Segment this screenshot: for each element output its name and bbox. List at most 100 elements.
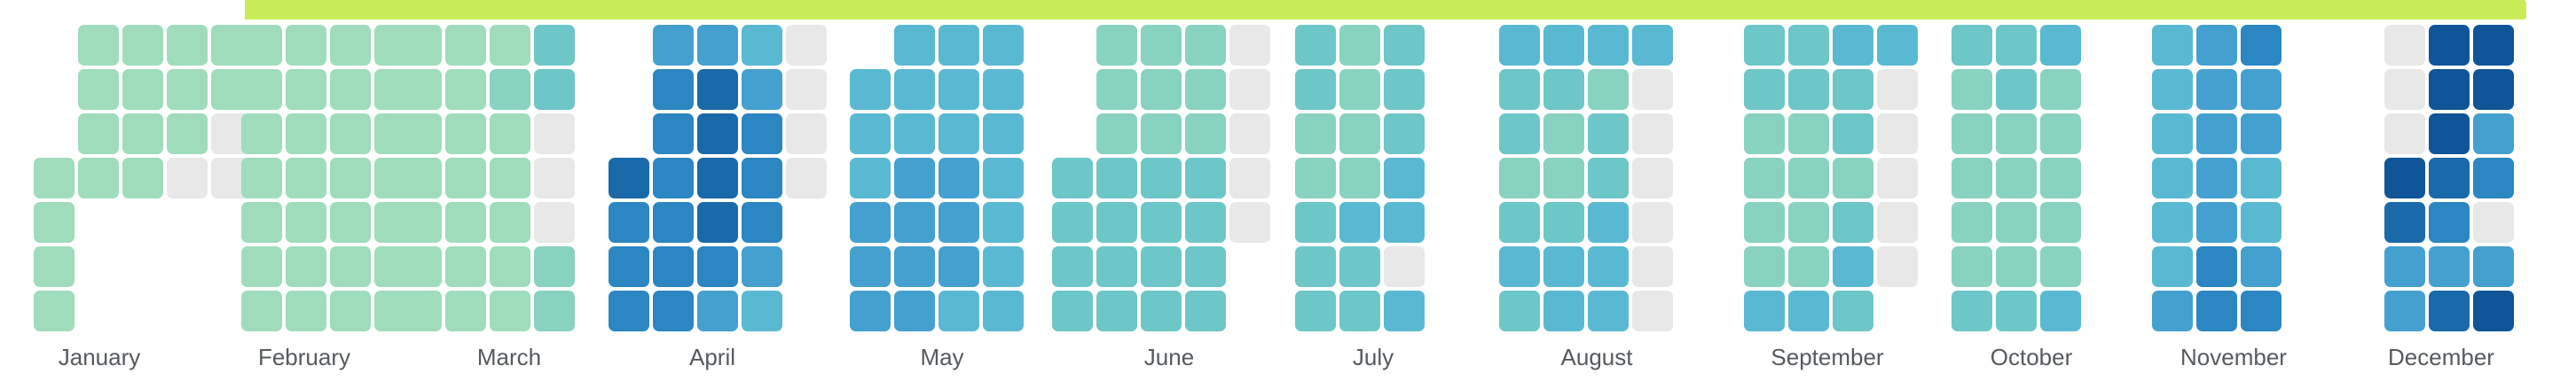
day-cell	[1952, 246, 1992, 287]
day-cell	[401, 291, 442, 331]
day-cell	[697, 158, 738, 198]
day-cell	[1229, 113, 1270, 154]
day-cell	[983, 202, 1024, 243]
day-cell	[286, 202, 326, 243]
day-cell	[1543, 246, 1584, 287]
day-cell	[2429, 25, 2470, 66]
day-cell	[445, 158, 486, 198]
day-cell	[2473, 25, 2514, 66]
day-cell	[330, 246, 371, 287]
day-cell	[1632, 202, 1673, 243]
day-cell	[2429, 246, 2470, 287]
day-cell	[1996, 69, 2037, 110]
day-cell	[894, 202, 935, 243]
day-cell	[490, 113, 530, 154]
day-cell	[2152, 202, 2193, 243]
day-cell	[1141, 158, 1182, 198]
day-cell	[1833, 25, 1873, 66]
month-label-march: March	[477, 344, 541, 370]
month-label-november: November	[2180, 344, 2287, 370]
day-cell	[2040, 158, 2081, 198]
month-label-february: February	[258, 344, 350, 370]
month-july	[1295, 25, 1425, 331]
month-june	[1052, 25, 1270, 331]
day-cell	[850, 291, 891, 331]
day-cell	[1499, 202, 1540, 243]
day-cell	[286, 158, 326, 198]
day-cell	[534, 246, 575, 287]
day-cell	[1877, 158, 1918, 198]
day-cell	[1185, 113, 1226, 154]
day-cell	[1744, 25, 1785, 66]
day-cell	[1185, 69, 1226, 110]
day-cell	[1833, 291, 1873, 331]
day-cell	[609, 202, 649, 243]
day-cell	[1096, 158, 1137, 198]
day-cell	[330, 158, 371, 198]
day-cell	[534, 69, 575, 110]
day-cell	[2241, 25, 2281, 66]
day-cell	[1096, 246, 1137, 287]
day-cell	[167, 158, 208, 198]
day-cell	[1952, 25, 1992, 66]
day-cell	[1996, 113, 2037, 154]
day-cell	[330, 69, 371, 110]
day-cell	[697, 291, 738, 331]
day-cell	[1339, 246, 1380, 287]
day-cell	[2040, 246, 2081, 287]
day-cell	[1295, 69, 1336, 110]
day-cell	[1632, 25, 1673, 66]
day-cell	[122, 113, 163, 154]
month-april	[609, 25, 827, 331]
month-october	[1952, 25, 2081, 331]
day-cell	[1384, 291, 1425, 331]
day-cell	[653, 202, 694, 243]
day-cell	[2384, 202, 2425, 243]
day-cell	[1632, 291, 1673, 331]
day-cell	[241, 246, 282, 287]
day-cell	[850, 113, 891, 154]
day-cell	[2473, 113, 2514, 154]
day-cell	[1295, 291, 1336, 331]
day-cell	[78, 113, 119, 154]
day-cell	[1052, 202, 1093, 243]
day-cell	[742, 25, 782, 66]
day-cell	[894, 25, 935, 66]
day-cell	[2152, 69, 2193, 110]
month-label-july: July	[1353, 344, 1394, 370]
day-cell	[850, 202, 891, 243]
month-label-september: September	[1771, 344, 1884, 370]
day-cell	[1744, 158, 1785, 198]
day-cell	[1588, 246, 1629, 287]
day-cell	[939, 202, 979, 243]
day-cell	[1588, 158, 1629, 198]
day-cell	[653, 25, 694, 66]
day-cell	[122, 69, 163, 110]
day-cell	[1632, 246, 1673, 287]
month-march	[401, 25, 575, 331]
day-cell	[2384, 25, 2425, 66]
day-cell	[1499, 246, 1540, 287]
day-cell	[1632, 113, 1673, 154]
day-cell	[1877, 113, 1918, 154]
day-cell	[1141, 202, 1182, 243]
day-cell	[34, 202, 75, 243]
day-cell	[1833, 246, 1873, 287]
month-may	[850, 25, 1024, 331]
day-cell	[1096, 291, 1137, 331]
day-cell	[2473, 202, 2514, 243]
day-cell	[653, 158, 694, 198]
day-cell	[1295, 158, 1336, 198]
day-cell	[742, 246, 782, 287]
day-cell	[330, 25, 371, 66]
day-cell	[1052, 291, 1093, 331]
day-cell	[1833, 202, 1873, 243]
day-cell	[2429, 113, 2470, 154]
day-cell	[2152, 113, 2193, 154]
day-cell	[445, 246, 486, 287]
day-cell	[122, 158, 163, 198]
day-cell	[1996, 202, 2037, 243]
day-cell	[983, 69, 1024, 110]
day-cell	[1744, 113, 1785, 154]
day-cell	[2241, 246, 2281, 287]
